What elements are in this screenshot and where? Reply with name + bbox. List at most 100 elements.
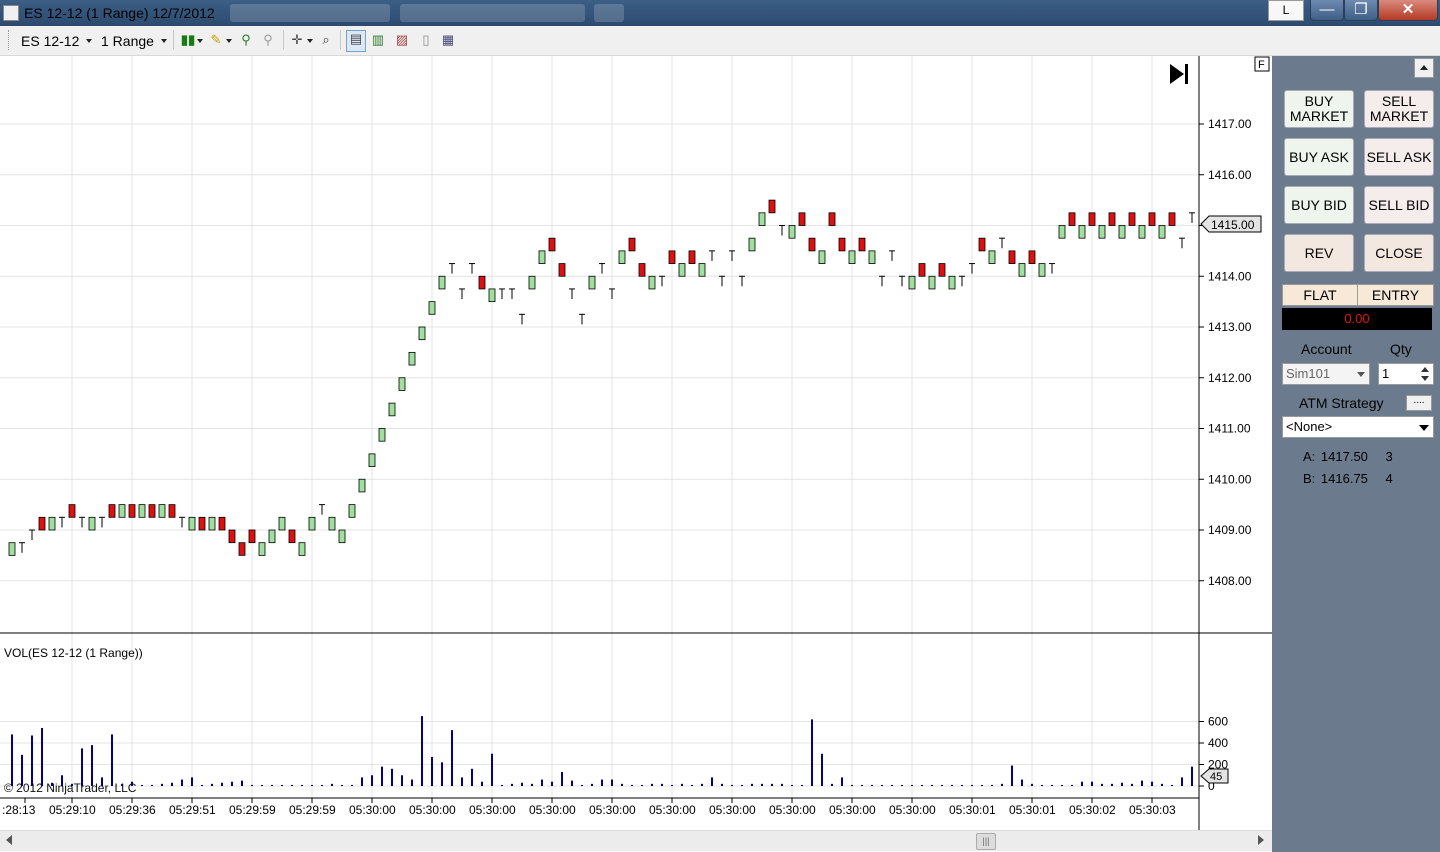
down-candle [1168, 212, 1176, 226]
account-select[interactable]: Sim101 [1282, 363, 1370, 385]
chart-style-icon[interactable]: ▮▮ [180, 32, 196, 48]
up-candle [1018, 263, 1026, 277]
down-candle [828, 212, 836, 226]
area-chart-icon[interactable]: ▨ [394, 32, 410, 48]
up-candle [138, 504, 146, 518]
zoom-icon[interactable]: ⌕ [318, 32, 334, 48]
time-axis-label: 05:29:51 [169, 803, 216, 817]
chart-trader-panel: BUY MARKET SELL MARKET BUY ASK SELL ASK … [1272, 56, 1440, 852]
buy-bid-button[interactable]: BUY BID [1284, 186, 1354, 224]
atm-strategy-edit-button[interactable]: .... [1406, 395, 1432, 411]
panel-collapse-button[interactable] [1414, 58, 1434, 78]
bid-label: B: [1303, 471, 1316, 486]
time-axis-label: 05:30:00 [409, 803, 456, 817]
down-candle [858, 237, 866, 252]
increment-icon[interactable] [1421, 367, 1429, 372]
chevron-down-icon[interactable] [161, 39, 167, 43]
account-value: Sim101 [1286, 366, 1331, 381]
chevron-down-icon[interactable] [197, 39, 203, 43]
volume-bars [11, 716, 1193, 786]
scroll-right-icon[interactable] [1258, 835, 1264, 845]
chart-area[interactable]: 1417.00 1416.00 1415.00 1414.00 1413.00 1412.… [0, 56, 1272, 830]
up-candle [1118, 225, 1126, 239]
last-volume-marker: 45 [1200, 768, 1229, 784]
time-axis-label: 05:30:00 [709, 803, 756, 817]
atm-strategy-select[interactable]: <None> [1282, 416, 1434, 438]
up-candle [358, 478, 366, 493]
chevron-down-icon[interactable] [226, 39, 232, 43]
sell-market-button[interactable]: SELL MARKET [1364, 90, 1434, 128]
chevron-down-icon[interactable] [307, 39, 313, 43]
up-candle [118, 504, 126, 518]
quantity-value: 1 [1382, 366, 1390, 381]
up-candle [48, 516, 56, 531]
up-candle [398, 377, 406, 391]
svg-text:45: 45 [1210, 771, 1222, 783]
sell-bid-button[interactable]: SELL BID [1364, 186, 1434, 224]
properties-icon[interactable]: ▦ [440, 32, 456, 48]
price-axis-label: 1411.00 [1208, 422, 1251, 436]
data-box-icon[interactable]: ▯ [418, 32, 434, 48]
magnet-icon[interactable]: ⚲ [260, 32, 276, 48]
up-candle [308, 516, 316, 531]
down-candle [248, 529, 256, 544]
reverse-button[interactable]: REV [1284, 234, 1354, 272]
scroll-left-icon[interactable] [6, 835, 12, 845]
horizontal-scrollbar[interactable]: ||| [0, 830, 1272, 851]
up-candle [438, 275, 446, 290]
down-candle [798, 212, 806, 226]
up-candle [418, 326, 426, 341]
up-candle [258, 542, 266, 556]
up-candle [1158, 225, 1166, 239]
chevron-down-icon[interactable] [86, 39, 92, 43]
scroll-thumb[interactable]: ||| [976, 833, 996, 850]
chevron-up-icon [1420, 65, 1428, 70]
up-candle [348, 504, 356, 518]
down-candle [1108, 212, 1116, 226]
link-button[interactable]: L [1268, 0, 1304, 21]
down-candle [1028, 250, 1036, 264]
down-candle [168, 504, 176, 518]
pin-icon[interactable]: ⚲ [238, 32, 254, 48]
up-candle [538, 250, 546, 264]
time-axis-label: 05:30:01 [949, 803, 996, 817]
time-axis-label: 05:29:59 [289, 803, 336, 817]
close-window-button[interactable]: ✕ [1378, 0, 1438, 21]
position-entry-label: ENTRY [1371, 287, 1420, 303]
crosshair-icon[interactable]: ✛ [289, 32, 305, 48]
atm-strategy-value: <None> [1286, 419, 1333, 434]
up-candle [488, 288, 496, 303]
decrement-icon[interactable] [1421, 376, 1429, 381]
down-candle [1068, 212, 1076, 226]
up-candle [818, 250, 826, 264]
background-window-tab[interactable] [230, 4, 390, 22]
interval-selector[interactable]: 1 Range [101, 33, 154, 49]
up-candle [378, 428, 386, 442]
close-position-button[interactable]: CLOSE [1364, 234, 1434, 272]
minimize-button[interactable]: — [1310, 0, 1344, 21]
background-window-tab[interactable] [400, 4, 585, 22]
quantity-stepper[interactable]: 1 [1378, 363, 1434, 385]
sell-ask-button[interactable]: SELL ASK [1364, 138, 1434, 176]
up-candle [618, 250, 626, 264]
buy-market-button[interactable]: BUY MARKET [1284, 90, 1354, 128]
up-candle [678, 263, 686, 277]
drawing-pencil-icon[interactable]: ✎ [208, 32, 224, 48]
down-candle [978, 237, 986, 252]
up-candle [268, 529, 276, 544]
bar-chart-icon[interactable]: ▤ [346, 30, 366, 52]
candle-chart-icon[interactable]: ▥ [370, 32, 386, 48]
profit-loss-display: 0.00 [1282, 308, 1432, 330]
down-candle [808, 237, 816, 252]
svg-text:1415.00: 1415.00 [1211, 218, 1255, 232]
ask-label: A: [1303, 449, 1316, 464]
up-candle [758, 212, 766, 226]
instrument-selector[interactable]: ES 12-12 [21, 33, 79, 49]
up-candle [908, 275, 916, 290]
maximize-button[interactable]: ❐ [1344, 0, 1378, 21]
background-window-tab[interactable] [594, 4, 624, 22]
buy-ask-button[interactable]: BUY ASK [1284, 138, 1354, 176]
skip-to-end-icon[interactable] [1170, 64, 1188, 84]
up-candle [948, 275, 956, 290]
price-axis-label: 1417.00 [1208, 117, 1252, 131]
